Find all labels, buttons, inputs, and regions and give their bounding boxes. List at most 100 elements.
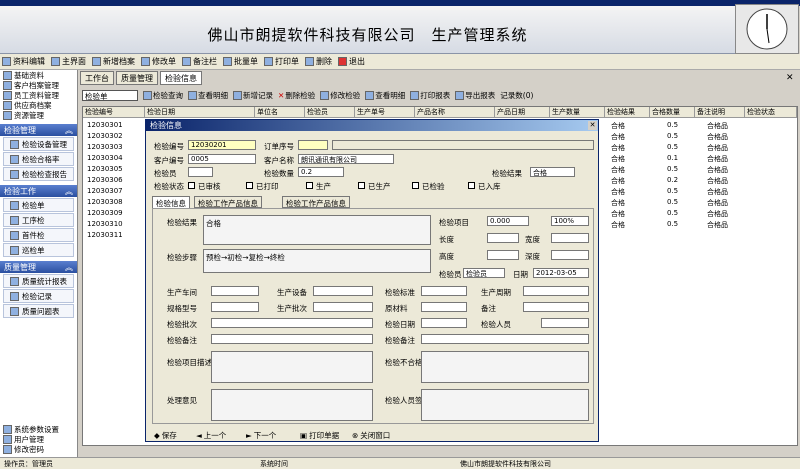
tab-workbench[interactable]: 工作台 [80, 71, 114, 85]
sidebar-subitem[interactable]: 质量统计报表 [3, 274, 74, 288]
row-field[interactable] [211, 334, 373, 344]
field-customer[interactable]: 朗讯通讯有限公司 [298, 154, 394, 164]
grid-header[interactable]: 单位名 [255, 107, 305, 118]
big-field[interactable] [421, 389, 589, 421]
row-field[interactable] [421, 286, 467, 296]
tab-inspection[interactable]: 检验信息 [160, 71, 202, 85]
toolbar-query[interactable]: 检验查询 [143, 90, 183, 101]
sidebar-subitem[interactable]: 检验记录 [3, 289, 74, 303]
checkbox[interactable] [246, 182, 253, 189]
grid-header[interactable]: 生产数量 [550, 107, 605, 118]
grid-header[interactable]: 检验日期 [145, 107, 255, 118]
grid-header[interactable]: 产品名称 [415, 107, 495, 118]
row-id[interactable]: 12030305 [83, 165, 145, 173]
record-type-select[interactable]: 检验单 [82, 90, 138, 101]
prev-button[interactable]: ◄ 上一个 [196, 430, 226, 441]
row-field[interactable] [313, 302, 373, 312]
sidebar-subitem[interactable]: 工序检 [3, 213, 74, 227]
row-field[interactable] [421, 302, 467, 312]
big-field[interactable] [211, 389, 373, 421]
toolbar-modify[interactable]: 修改检验 [320, 90, 360, 101]
field-r1a[interactable]: 0.000 [487, 216, 529, 226]
sidebar-group-header[interactable]: 检验管理 ︽ [0, 124, 77, 136]
sidebar-item[interactable]: 供应商档案 [0, 100, 77, 110]
sidebar-subitem[interactable]: 质量问题表 [3, 304, 74, 318]
print-button[interactable]: ▣ 打印单据 [300, 430, 339, 441]
toolbar-export[interactable]: 导出报表 [455, 90, 495, 101]
field-r4a[interactable]: 检验员 [463, 268, 505, 278]
row-field[interactable] [523, 286, 589, 296]
sidebar-group-header[interactable]: 检验工作 ︽ [0, 185, 77, 197]
checkbox[interactable] [306, 182, 313, 189]
menu-item-delete[interactable]: 删除 [305, 56, 332, 67]
menu-item-print[interactable]: 打印单 [264, 56, 299, 67]
big-field[interactable] [421, 351, 589, 383]
tab-inspection-info[interactable]: 检验信息 [152, 196, 190, 208]
checkbox[interactable] [358, 182, 365, 189]
next-button[interactable]: ► 下一个 [246, 430, 276, 441]
sidebar-subitem[interactable]: 首件检 [3, 228, 74, 242]
row-field[interactable] [211, 318, 373, 328]
dialog-close-icon[interactable]: ✕ [588, 121, 597, 130]
grid-header[interactable]: 产品日期 [495, 107, 550, 118]
field-company[interactable]: 0005 [188, 154, 256, 164]
menu-item-edit[interactable]: 资料编辑 [2, 56, 45, 67]
row-field[interactable] [211, 302, 259, 312]
menu-item-exit[interactable]: 退出 [338, 56, 365, 67]
field-qty[interactable]: 0.2 [298, 167, 344, 177]
menu-item-modify[interactable]: 修改单 [141, 56, 176, 67]
menu-item-new[interactable]: 新增档案 [92, 56, 135, 67]
checkbox[interactable] [468, 182, 475, 189]
sidebar-subitem[interactable]: 检验检查报告 [3, 167, 74, 181]
close-tab-icon[interactable]: ✕ [786, 73, 794, 83]
field-order[interactable] [298, 140, 328, 150]
sidebar-item[interactable]: 客户档案管理 [0, 80, 77, 90]
sidebar-item[interactable]: 用户管理 [0, 434, 77, 444]
toolbar-view[interactable]: 查看明细 [365, 90, 405, 101]
row-id[interactable]: 12030304 [83, 154, 145, 162]
toolbar-print[interactable]: 打印报表 [410, 90, 450, 101]
field-r1b[interactable]: 100% [551, 216, 589, 226]
sidebar-item[interactable]: 修改密码 [0, 444, 77, 454]
field-no[interactable]: 12030201 [188, 140, 256, 150]
row-id[interactable]: 12030308 [83, 198, 145, 206]
row-id[interactable]: 12030301 [83, 121, 145, 129]
big-field[interactable] [211, 351, 373, 383]
row-field[interactable] [523, 302, 589, 312]
sidebar-subitem[interactable]: 检验设备管理 [3, 137, 74, 151]
row-id[interactable]: 12030310 [83, 220, 145, 228]
field-r2b[interactable] [551, 233, 589, 243]
field-r4b[interactable]: 2012-03-05 [533, 268, 589, 278]
field-proc[interactable]: 预检→初检→复检→终检 [203, 249, 431, 273]
tab-product-info-2[interactable]: 检验工作产品信息 [282, 196, 350, 208]
toolbar-delete[interactable]: ✕ 删除检验 [278, 90, 315, 101]
row-field[interactable] [211, 286, 259, 296]
row-id[interactable]: 12030303 [83, 143, 145, 151]
field-type[interactable]: 合格 [203, 215, 431, 245]
checkbox[interactable] [412, 182, 419, 189]
row-id[interactable]: 12030302 [83, 132, 145, 140]
sidebar-subitem[interactable]: 检验单 [3, 198, 74, 212]
sidebar-item[interactable]: 基础资料 [0, 70, 77, 80]
sidebar-subitem[interactable]: 巡检单 [3, 243, 74, 257]
sidebar-item[interactable]: 员工资料管理 [0, 90, 77, 100]
grid-header[interactable]: 生产单号 [355, 107, 415, 118]
grid-header[interactable]: 备注说明 [695, 107, 745, 118]
row-id[interactable]: 12030311 [83, 231, 145, 239]
sidebar-group-header[interactable]: 质量管理 ︽ [0, 261, 77, 273]
grid-header[interactable]: 检验员 [305, 107, 355, 118]
row-id[interactable]: 12030309 [83, 209, 145, 217]
grid-header[interactable]: 检验状态 [745, 107, 797, 118]
close-button[interactable]: ⊗ 关闭窗口 [352, 430, 390, 441]
tab-product-info[interactable]: 检验工作产品信息 [194, 196, 262, 208]
toolbar-add[interactable]: 新增记录 [233, 90, 273, 101]
field-r3a[interactable] [487, 250, 519, 260]
menu-item-main[interactable]: 主界面 [51, 56, 86, 67]
field-r3b[interactable] [551, 250, 589, 260]
tab-quality[interactable]: 质量管理 [116, 71, 158, 85]
grid-header[interactable]: 检验编号 [83, 107, 145, 118]
grid-header[interactable]: 合格数量 [650, 107, 695, 118]
sidebar-item[interactable]: 资源管理 [0, 110, 77, 120]
row-field[interactable] [421, 318, 467, 328]
grid-header[interactable]: 检验结果 [605, 107, 650, 118]
